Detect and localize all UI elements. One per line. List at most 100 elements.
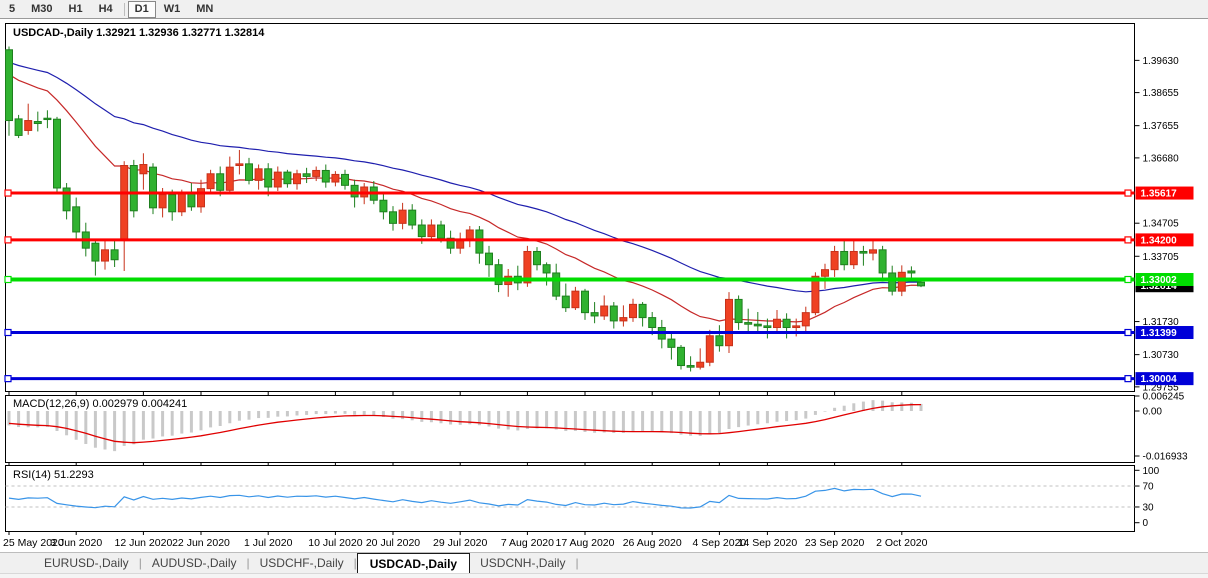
candle-body	[399, 210, 406, 223]
chart-tabs-bar: EURUSD-,Daily|AUDUSD-,Daily|USDCHF-,Dail…	[0, 552, 1208, 573]
date-tick-label: 20 Jul 2020	[366, 537, 420, 549]
date-tick-label: 1 Jul 2020	[244, 537, 293, 549]
rsi-tick-label: 70	[1143, 482, 1155, 493]
candle-body	[908, 271, 915, 273]
chart-tab-usdcnh[interactable]: USDCNH-,Daily	[470, 553, 575, 573]
timeframe-button-5[interactable]: 5	[1, 2, 23, 17]
chart-panels	[6, 24, 1135, 532]
date-tick-label: 23 Sep 2020	[805, 537, 865, 549]
timeframe-button-m30[interactable]: M30	[23, 2, 60, 17]
price-tick-label: 1.39630	[1143, 56, 1180, 67]
candle-body	[678, 347, 685, 365]
line-handle[interactable]	[1125, 237, 1131, 243]
timeframe-button-h1[interactable]: H1	[61, 2, 91, 17]
timeframe-button-mn[interactable]: MN	[188, 2, 221, 17]
candle-body	[25, 121, 32, 131]
candle-body	[73, 207, 80, 232]
price-badge-label: 1.35617	[1141, 189, 1178, 200]
candle-body	[255, 169, 262, 181]
candle-body	[217, 174, 224, 191]
candle-body	[246, 164, 253, 181]
candle-body	[745, 323, 752, 325]
date-tick-label: 7 Aug 2020	[501, 537, 554, 549]
candle-body	[178, 194, 185, 212]
date-tick-label: 26 Aug 2020	[623, 537, 682, 549]
candle-body	[111, 250, 118, 260]
line-handle[interactable]	[5, 330, 11, 336]
tab-separator: |	[575, 553, 578, 573]
macd-tick-label: -0.016933	[1143, 451, 1188, 462]
candle-body	[102, 250, 109, 261]
candle-body	[582, 291, 589, 312]
candle-body	[303, 174, 310, 177]
candle-body	[495, 265, 502, 285]
candle-body	[706, 336, 713, 362]
toolbar-separator	[124, 3, 125, 16]
macd-tick-label: 0.006245	[1143, 392, 1185, 403]
chart-tab-usdchf[interactable]: USDCHF-,Daily	[250, 553, 354, 573]
price-badge-label: 1.33002	[1141, 275, 1178, 286]
candle-body	[610, 306, 617, 321]
candle-body	[831, 251, 838, 269]
candle-body	[294, 174, 301, 184]
candle-body	[726, 299, 733, 345]
chart-canvas[interactable]: 1.396301.386551.376551.366801.347051.337…	[0, 19, 1208, 552]
candle-body	[697, 362, 704, 367]
candle-body	[169, 195, 176, 212]
date-tick-label: 10 Jul 2020	[308, 537, 362, 549]
line-handle[interactable]	[1125, 277, 1131, 283]
timeframe-button-d1[interactable]: D1	[128, 1, 156, 18]
chart-tab-usdcad[interactable]: USDCAD-,Daily	[357, 553, 470, 573]
candle-body	[889, 273, 896, 291]
candle-body	[226, 167, 233, 190]
price-tick-label: 1.30730	[1143, 350, 1180, 361]
price-tick-label: 1.38655	[1143, 88, 1180, 99]
date-tick-label: 14 Sep 2020	[738, 537, 798, 549]
candle-body	[802, 313, 809, 326]
candle-body	[764, 326, 771, 328]
candle-body	[121, 166, 128, 240]
macd-tick-label: 0.00	[1143, 407, 1163, 418]
price-axis: 1.396301.386551.376551.366801.347051.337…	[1135, 56, 1194, 394]
candle-body	[870, 250, 877, 253]
candle-body	[332, 174, 339, 182]
chart-tab-audusd[interactable]: AUDUSD-,Daily	[142, 553, 247, 573]
date-tick-label: 12 Jun 2020	[114, 537, 172, 549]
candle-body	[562, 296, 569, 308]
chart-tab-eurusd[interactable]: EURUSD-,Daily	[34, 553, 139, 573]
date-tick-label: 22 Jun 2020	[172, 537, 230, 549]
candle-body	[130, 166, 137, 211]
candle-body	[265, 169, 272, 187]
rsi-tick-label: 100	[1143, 466, 1160, 477]
line-handle[interactable]	[5, 376, 11, 382]
candle-body	[841, 251, 848, 264]
candle-body	[236, 164, 243, 166]
candle-body	[668, 339, 675, 347]
candle-body	[150, 167, 157, 208]
rsi-tick-label: 0	[1143, 518, 1149, 529]
candle-body	[63, 188, 70, 211]
line-handle[interactable]	[1125, 330, 1131, 336]
line-handle[interactable]	[5, 277, 11, 283]
line-handle[interactable]	[1125, 376, 1131, 382]
candle-body	[793, 326, 800, 328]
price-tick-label: 1.36680	[1143, 153, 1180, 164]
price-tick-label: 1.37655	[1143, 121, 1180, 132]
line-handle[interactable]	[5, 190, 11, 196]
candle-body	[572, 291, 579, 308]
candle-body	[159, 195, 166, 208]
timeframe-button-w1[interactable]: W1	[156, 2, 189, 17]
rsi-label: RSI(14) 51.2293	[13, 469, 94, 481]
candle-body	[409, 210, 416, 225]
candle-body	[140, 165, 147, 174]
line-handle[interactable]	[1125, 190, 1131, 196]
candle-body	[428, 225, 435, 237]
timeframe-button-h4[interactable]: H4	[91, 2, 121, 17]
candle-body	[390, 212, 397, 224]
chart-area[interactable]: 1.396301.386551.376551.366801.347051.337…	[0, 19, 1208, 552]
candle-body	[716, 336, 723, 346]
candle-body	[879, 250, 886, 273]
line-handle[interactable]	[5, 237, 11, 243]
candle-body	[92, 243, 99, 261]
macd-label: MACD(12,26,9) 0.002979 0.004241	[13, 398, 187, 410]
